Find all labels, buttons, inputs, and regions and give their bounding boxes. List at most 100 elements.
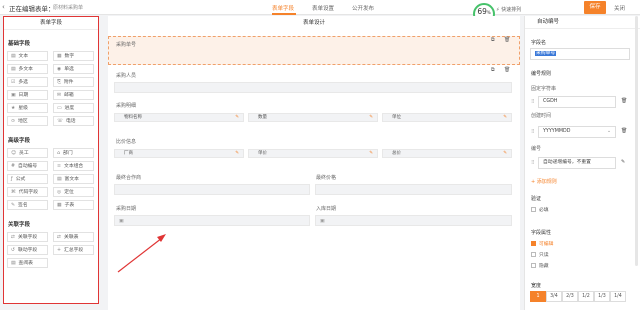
palette-item[interactable]: ⇄ 关联字段	[7, 232, 48, 242]
palette-item-label: 单选	[64, 67, 74, 72]
width-option[interactable]: 1/4	[610, 291, 626, 302]
palette-item-label: 查阅表	[18, 261, 33, 266]
edit-icon: ✎	[503, 115, 507, 120]
palette-item[interactable]: # 自动编号	[7, 161, 48, 171]
back-icon[interactable]: ‹	[2, 3, 5, 11]
palette-item[interactable]: ⊙ 地区	[7, 116, 48, 126]
palette-item[interactable]: ⌂ 部门	[53, 148, 94, 158]
editable-checkbox[interactable]: 可编辑	[531, 240, 553, 247]
palette-item[interactable]: ▤ 多文本	[7, 64, 48, 74]
field-type-icon: ƒ	[11, 177, 13, 182]
palette-item-label: 自动编号	[18, 164, 38, 169]
store-date-input[interactable]: ▣	[315, 215, 512, 226]
supplier-col-vendor[interactable]: 厂商 ✎	[114, 149, 244, 158]
close-button[interactable]: 关闭	[614, 4, 625, 12]
width-option[interactable]: 1	[530, 291, 546, 302]
material-col-name[interactable]: 物料名称 ✎	[114, 113, 244, 122]
last-supplier-input[interactable]	[114, 184, 310, 195]
palette-item-label: 定位	[64, 190, 74, 195]
palette-item-label: 多文本	[18, 67, 33, 72]
hidden-checkbox[interactable]: 隐藏	[531, 262, 549, 269]
fixed-string-input[interactable]: CGDH	[538, 96, 616, 108]
last-price-input[interactable]	[315, 184, 512, 195]
supplier-col-vendor-label: 厂商	[124, 151, 133, 156]
palette-item[interactable]: ☑ 多选	[7, 77, 48, 87]
field-type-icon: ↺	[11, 248, 16, 253]
palette-item[interactable]: ↺ 联动字段	[7, 245, 48, 255]
date-format-select[interactable]: YYYYMMDD ⌄	[538, 126, 616, 138]
palette-item[interactable]: ☏ 电话	[53, 116, 94, 126]
form-name: 原材料采购单	[53, 5, 84, 11]
purchase-date-label: 采购日期	[116, 206, 137, 212]
palette-item[interactable]: + 汇总字段	[53, 245, 94, 255]
palette-item[interactable]: ▦ 子表	[53, 200, 94, 210]
purchase-no-label: 采购单号	[116, 42, 137, 48]
palette-item[interactable]: ★ 星级	[7, 103, 48, 113]
supplier-col-total[interactable]: 总价 ✎	[382, 149, 512, 158]
delete-icon[interactable]: 🗑	[504, 37, 510, 43]
field-type-icon: ▤	[11, 54, 16, 59]
palette-item[interactable]: ▤ 查阅表	[7, 258, 48, 268]
width-option[interactable]: 1/2	[578, 291, 594, 302]
palette-item[interactable]: ◎ 定位	[53, 187, 94, 197]
page-title: 正在编辑表单：	[9, 5, 55, 13]
supplier-col-price[interactable]: 单价 ✎	[248, 149, 378, 158]
palette-item[interactable]: ▣ 日期	[7, 90, 48, 100]
field-type-icon: ⌂	[57, 151, 61, 156]
save-button[interactable]: 保存	[584, 1, 606, 14]
field-name-value: 采购单号	[535, 51, 557, 56]
copy-icon[interactable]: ⧉	[491, 37, 495, 43]
width-option[interactable]: 3/4	[546, 291, 562, 302]
palette-item[interactable]: ⎘ 附件	[53, 77, 94, 87]
palette-item[interactable]: ✎ 签名	[7, 200, 48, 210]
palette-item-label: 进度	[64, 106, 75, 111]
field-name-input[interactable]: 采购单号	[530, 48, 630, 60]
scrollbar[interactable]	[635, 16, 638, 266]
tab-form-settings[interactable]: 表单设置	[312, 4, 352, 12]
field-type-icon: ▦	[57, 203, 62, 208]
palette-item[interactable]: ▭ 进度	[53, 103, 94, 113]
drag-handle-icon[interactable]: ⠿	[531, 99, 535, 105]
edit-icon: ✎	[235, 115, 239, 120]
tab-form-fields[interactable]: 表单字段	[272, 4, 312, 12]
palette-item[interactable]: ⇄ 关联表	[53, 232, 94, 242]
palette-item[interactable]: ◉ 单选	[53, 64, 94, 74]
width-option[interactable]: 2/3	[562, 291, 578, 302]
drag-handle-icon[interactable]: ⠿	[531, 160, 535, 166]
palette-item[interactable]: ≡ 文本组合	[53, 161, 94, 171]
selected-field-purchase-no[interactable]	[108, 36, 520, 65]
purchase-date-input[interactable]: ▣	[114, 215, 310, 226]
material-col-unit[interactable]: 单位 ✎	[382, 113, 512, 122]
required-label: 必填	[539, 208, 549, 213]
date-format-value: YYYYMMDD	[543, 129, 571, 134]
edit-icon[interactable]: ✎	[621, 159, 625, 165]
required-checkbox[interactable]: 必填	[531, 206, 549, 213]
copy-icon[interactable]: ⧉	[491, 67, 495, 73]
palette-item[interactable]: ▦ 数字	[53, 51, 94, 61]
delete-icon[interactable]: 🗑	[504, 67, 510, 73]
palette-item-label: 关联表	[64, 235, 79, 240]
palette-item[interactable]: ☺ 员工	[7, 148, 48, 158]
palette-item[interactable]: ƒ 公式	[7, 174, 48, 184]
sequence-input[interactable]: 自动递增编号，不重置	[538, 157, 616, 169]
palette-item-label: 星级	[18, 106, 28, 111]
field-type-icon: ☑	[11, 80, 16, 85]
palette-item[interactable]: ▤ 富文本	[53, 174, 94, 184]
drag-handle-icon[interactable]: ⠿	[531, 129, 535, 135]
tab-publish[interactable]: 公开发布	[352, 4, 392, 12]
material-col-qty[interactable]: 数量 ✎	[248, 113, 378, 122]
palette-item[interactable]: ▤ 文本	[7, 51, 48, 61]
field-attr-label: 字段属性	[531, 230, 552, 236]
palette-group-title: 关联字段	[8, 222, 31, 228]
quick-arrange-button[interactable]: ⚡ 快速排列	[496, 6, 521, 13]
palette-item-label: 签名	[18, 203, 28, 208]
delete-icon[interactable]: 🗑	[621, 128, 627, 134]
purchaser-input[interactable]	[114, 82, 512, 93]
add-rule-button[interactable]: + 添加规则	[531, 178, 557, 185]
width-option[interactable]: 1/3	[594, 291, 610, 302]
palette-item[interactable]: ⌘ 代码字段	[7, 187, 48, 197]
field-type-icon: ◎	[57, 190, 62, 195]
palette-item[interactable]: ✉ 邮箱	[53, 90, 94, 100]
readonly-checkbox[interactable]: 只读	[531, 251, 549, 258]
delete-icon[interactable]: 🗑	[621, 98, 627, 104]
